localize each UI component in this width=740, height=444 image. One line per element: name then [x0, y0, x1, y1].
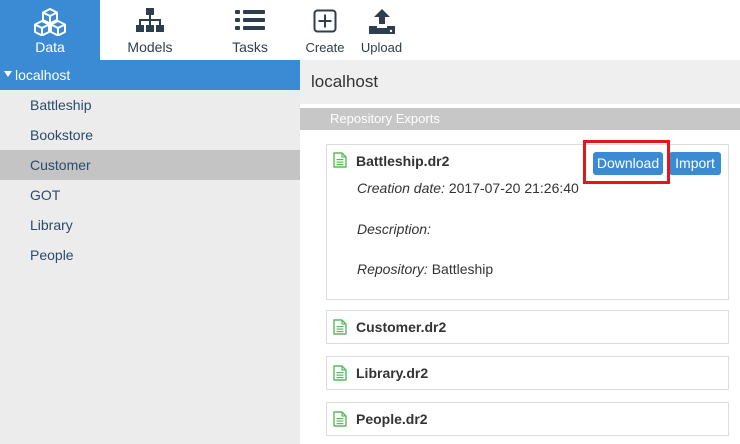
cubes-icon [34, 8, 66, 36]
tab-models[interactable]: Models [100, 0, 200, 60]
creation-date-label: Creation date: [357, 180, 445, 196]
export-card-people[interactable]: People.dr2 [326, 402, 729, 436]
upload-button-label: Upload [360, 40, 403, 55]
sidebar-item-library[interactable]: Library [0, 210, 300, 240]
export-card-customer[interactable]: Customer.dr2 [326, 310, 729, 344]
export-file-name[interactable]: Library.dr2 [356, 365, 428, 381]
top-navigation: Data Models Tasks Create Upload [0, 0, 740, 60]
main-panel: localhost Repository Exports Battleship.… [300, 60, 740, 444]
sidebar-item-label: Library [30, 217, 73, 233]
sidebar-item-label: Bookstore [30, 127, 94, 143]
page-header: localhost [300, 60, 740, 104]
sidebar-root-label: localhost [15, 67, 71, 83]
file-icon [333, 365, 347, 381]
plus-square-icon [313, 9, 337, 33]
tab-tasks[interactable]: Tasks [200, 0, 300, 60]
upload-button[interactable]: Upload [354, 0, 409, 60]
creation-date-value: 2017-07-20 21:26:40 [448, 180, 579, 196]
list-icon [235, 10, 265, 30]
sidebar-item-got[interactable]: GOT [0, 180, 300, 210]
sidebar-item-people[interactable]: People [0, 240, 300, 270]
tab-models-label: Models [127, 39, 173, 55]
file-icon [333, 411, 347, 427]
repository-row: Repository: Battleship [357, 261, 493, 277]
tab-data[interactable]: Data [0, 0, 100, 60]
sidebar-item-label: People [30, 247, 74, 263]
file-icon [333, 152, 347, 168]
create-button-label: Create [305, 40, 345, 55]
file-icon [333, 319, 347, 335]
sidebar-item-customer[interactable]: Customer [0, 150, 300, 180]
sidebar-root-localhost[interactable]: localhost [0, 60, 300, 90]
sidebar-item-label: Customer [30, 157, 91, 173]
tab-tasks-label: Tasks [232, 39, 268, 55]
upload-icon [368, 9, 395, 34]
repository-value: Battleship [431, 261, 494, 277]
section-title: Repository Exports [330, 111, 440, 126]
description-label: Description: [357, 221, 431, 237]
section-header: Repository Exports [300, 108, 740, 130]
sidebar: localhost Battleship Bookstore Customer … [0, 60, 300, 444]
import-button[interactable]: Import [669, 152, 721, 175]
export-file-name[interactable]: Battleship.dr2 [356, 153, 449, 169]
caret-down-icon[interactable] [4, 71, 12, 77]
repository-label: Repository: [357, 261, 428, 277]
sidebar-item-battleship[interactable]: Battleship [0, 90, 300, 120]
export-file-name[interactable]: Customer.dr2 [356, 319, 446, 335]
page-title: localhost [311, 72, 379, 91]
description-row: Description: [357, 221, 431, 237]
download-highlight-box [583, 140, 670, 184]
create-button[interactable]: Create [300, 0, 350, 60]
tab-data-label: Data [35, 39, 65, 55]
sidebar-item-bookstore[interactable]: Bookstore [0, 120, 300, 150]
creation-date-row: Creation date: 2017-07-20 21:26:40 [357, 180, 579, 196]
export-card-library[interactable]: Library.dr2 [326, 356, 729, 390]
sidebar-item-label: Battleship [30, 97, 92, 113]
export-file-name[interactable]: People.dr2 [356, 411, 428, 427]
sitemap-icon [136, 8, 164, 32]
sidebar-item-label: GOT [30, 187, 61, 203]
